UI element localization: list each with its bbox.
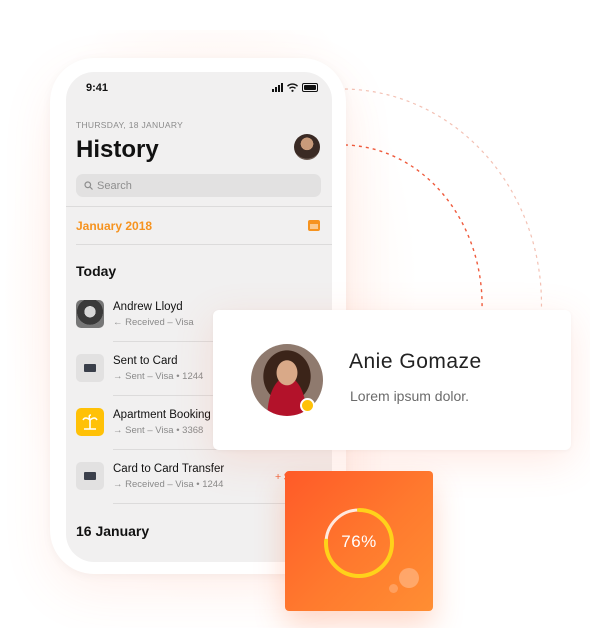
transaction-detail: ← Received – Visa: [113, 317, 194, 328]
page-title: History: [76, 136, 159, 163]
search-icon: [84, 181, 93, 190]
person-photo-icon: [76, 300, 104, 328]
progress-card: 76%: [285, 471, 433, 611]
wifi-icon: [287, 83, 298, 92]
transaction-name: Apartment Booking: [113, 409, 211, 421]
signal-icon: [272, 83, 283, 92]
calendar-icon[interactable]: [308, 220, 320, 231]
date-label: THURSDAY, 18 JANUARY: [76, 120, 184, 130]
section-header-today: Today: [76, 263, 117, 279]
transaction-name: Sent to Card: [113, 355, 178, 367]
divider: [76, 244, 332, 245]
list-item[interactable]: Card to Card Transfer → Received – Visa …: [76, 462, 316, 492]
profile-subtitle: Lorem ipsum dolor.: [350, 388, 470, 404]
online-status-dot: [300, 398, 315, 413]
status-time: 9:41: [86, 82, 109, 94]
search-placeholder: Search: [97, 179, 132, 192]
card-icon: [76, 354, 104, 382]
transaction-detail: → Received – Visa • 1244: [113, 479, 224, 490]
divider: [66, 206, 332, 207]
palm-tree-icon: [76, 408, 104, 436]
month-label[interactable]: January 2018: [76, 219, 152, 233]
profile-name: Anie Gomaze: [349, 350, 482, 373]
transaction-detail: → Sent – Visa • 3368: [113, 425, 204, 436]
search-input[interactable]: Search: [76, 174, 321, 197]
profile-card[interactable]: Anie Gomaze Lorem ipsum dolor.: [213, 310, 571, 450]
transaction-name: Card to Card Transfer: [113, 463, 225, 475]
user-avatar[interactable]: [294, 134, 320, 160]
battery-icon: [302, 83, 318, 92]
progress-percent: 76%: [341, 532, 377, 551]
section-header-16-january: 16 January: [76, 523, 150, 539]
status-icons: [272, 83, 318, 92]
decorative-bubble: [389, 584, 398, 593]
decorative-bubble: [399, 568, 419, 588]
transaction-name: Andrew Lloyd: [113, 301, 183, 313]
transaction-detail: → Sent – Visa • 1244: [113, 371, 204, 382]
card-icon: [76, 462, 104, 490]
